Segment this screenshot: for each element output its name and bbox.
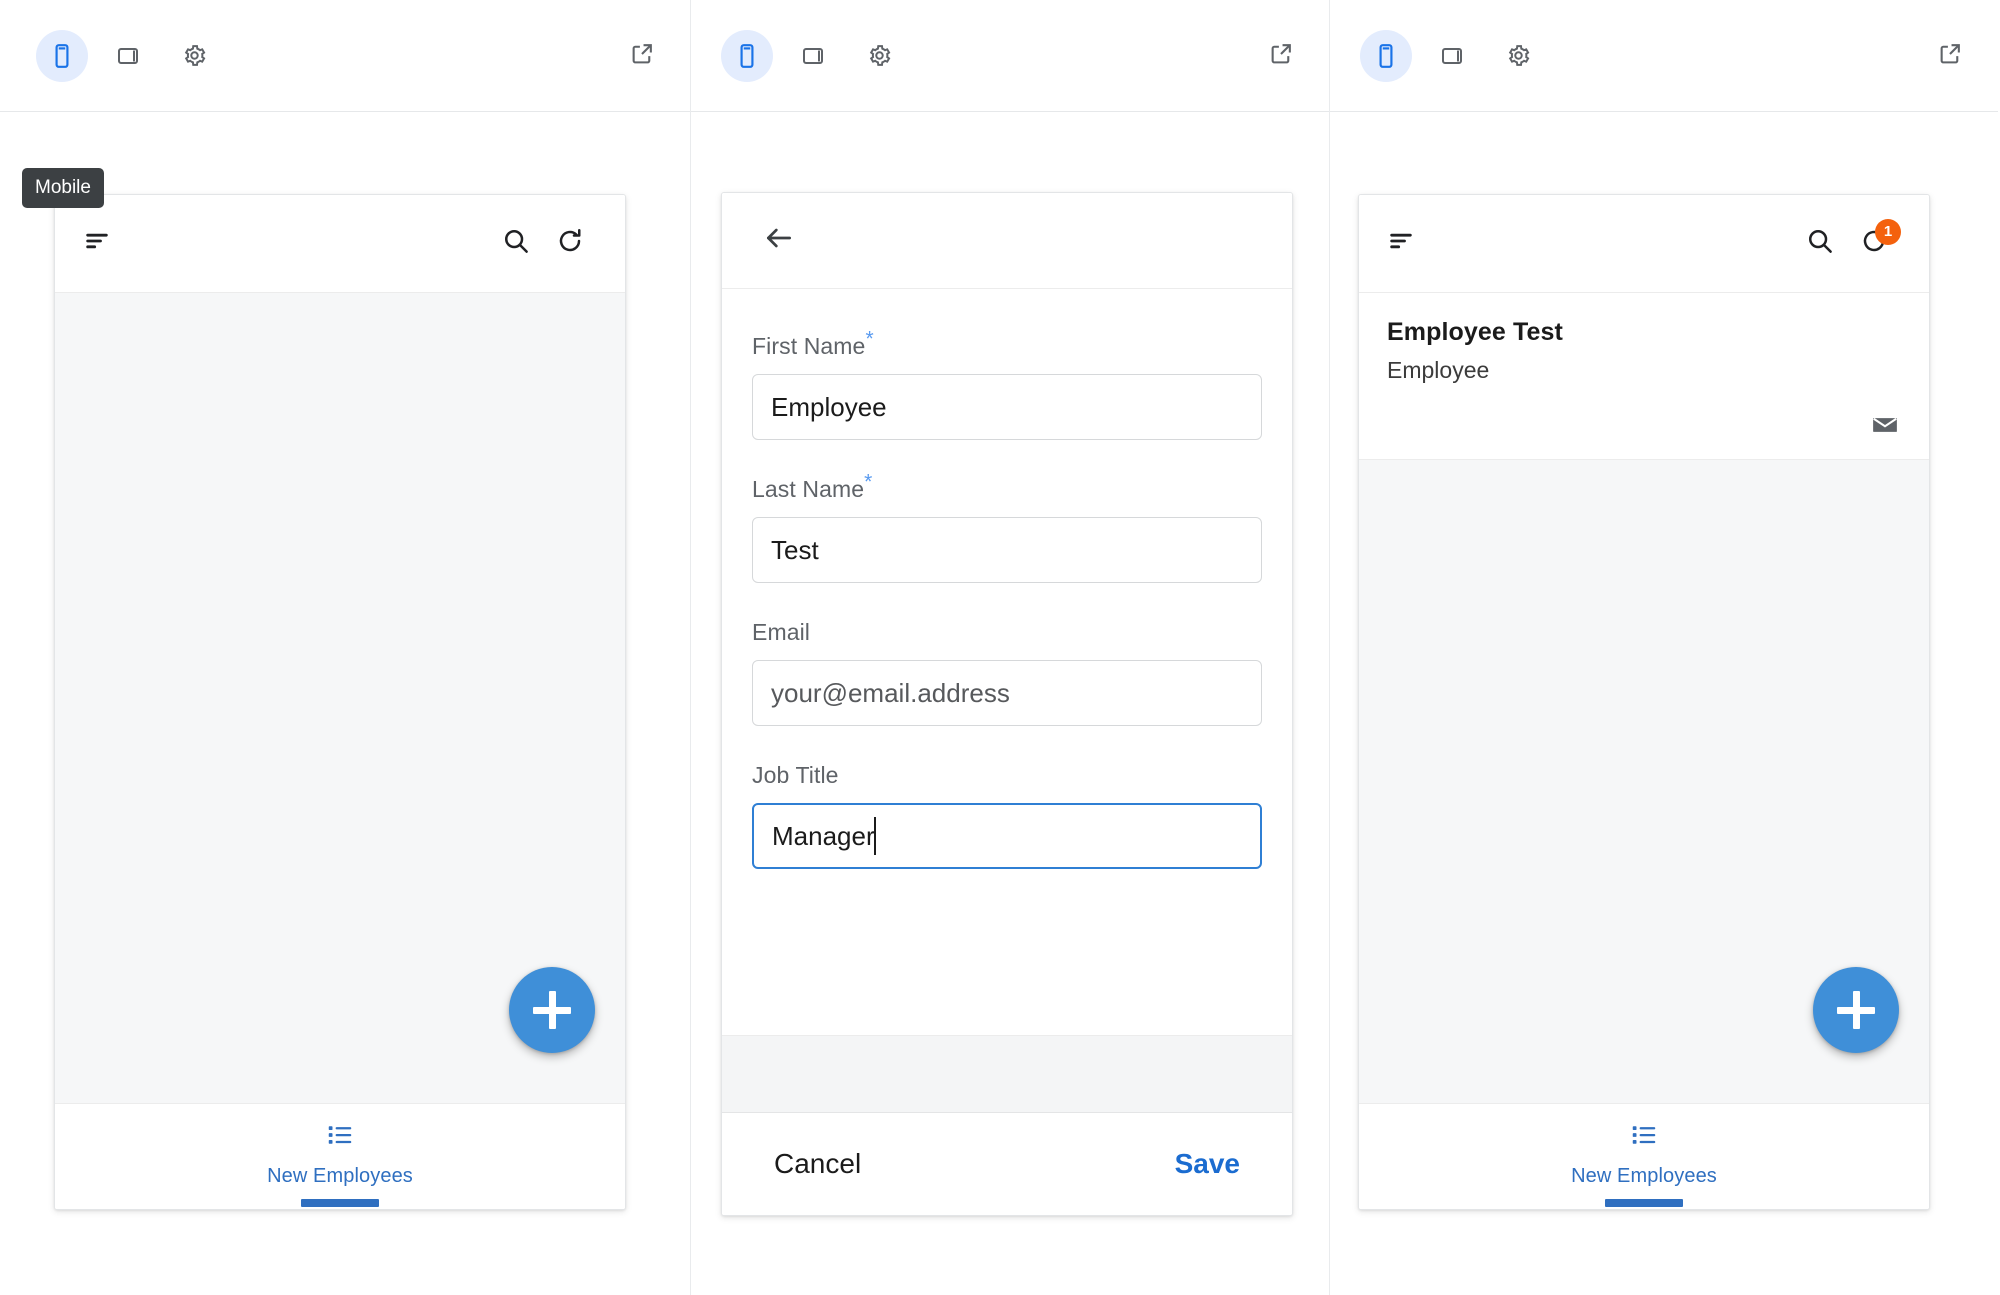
plus-icon-v-1 bbox=[548, 991, 556, 1029]
list-item-actions bbox=[1359, 401, 1929, 459]
mobile-icon bbox=[49, 43, 75, 69]
email-icon bbox=[1870, 410, 1900, 445]
preview-panel-mobile-empty: Mobile New Employees bbox=[0, 0, 690, 1295]
external-link-icon bbox=[630, 41, 655, 71]
search-button-1[interactable] bbox=[489, 217, 543, 271]
pending-changes-badge: 1 bbox=[1875, 218, 1901, 245]
add-employee-fab-3[interactable] bbox=[1813, 967, 1899, 1053]
email-action-button[interactable] bbox=[1865, 407, 1905, 447]
tablet-view-button-3[interactable] bbox=[1426, 30, 1478, 82]
phone-frame-3: 1 Employee Test Employee New Employees bbox=[1358, 194, 1930, 1210]
form-app-bar bbox=[722, 193, 1292, 289]
field-first-name: First Name* bbox=[752, 328, 1262, 440]
device-settings-button-2[interactable] bbox=[853, 30, 905, 82]
mobile-icon bbox=[734, 43, 760, 69]
sort-icon bbox=[1387, 227, 1415, 260]
refresh-icon bbox=[555, 226, 585, 261]
tablet-view-button-2[interactable] bbox=[787, 30, 839, 82]
device-settings-button[interactable] bbox=[168, 30, 220, 82]
phone-frame-1: New Employees bbox=[54, 194, 626, 1210]
refresh-button-3[interactable]: 1 bbox=[1847, 217, 1901, 271]
gear-icon bbox=[182, 43, 207, 68]
list-item-subtitle: Employee bbox=[1387, 357, 1490, 384]
save-button[interactable]: Save bbox=[1165, 1142, 1250, 1186]
first-name-label-text: First Name bbox=[752, 333, 866, 359]
preview-panel-mobile-form: First Name* Last Name* Email Job Title bbox=[690, 0, 1330, 1295]
nav-item-label-3: New Employees bbox=[1571, 1165, 1717, 1187]
first-name-label: First Name* bbox=[752, 328, 1262, 360]
cancel-button[interactable]: Cancel bbox=[764, 1142, 871, 1186]
tablet-icon bbox=[116, 44, 140, 68]
field-last-name: Last Name* bbox=[752, 471, 1262, 583]
job-title-input[interactable] bbox=[752, 803, 1262, 869]
nav-active-indicator-1 bbox=[301, 1199, 379, 1207]
device-toolbar-3 bbox=[1330, 0, 1998, 112]
bottom-nav-3: New Employees bbox=[1359, 1103, 1929, 1209]
mobile-view-button-3[interactable] bbox=[1360, 29, 1412, 82]
open-in-new-button-3[interactable] bbox=[1928, 34, 1972, 78]
job-title-input-wrap bbox=[752, 803, 1262, 869]
app-bar-3: 1 bbox=[1359, 195, 1929, 293]
list-item[interactable]: Employee Test Employee bbox=[1359, 293, 1929, 401]
content-area-1 bbox=[55, 293, 625, 1103]
tablet-view-button[interactable] bbox=[102, 30, 154, 82]
phone-frame-2: First Name* Last Name* Email Job Title bbox=[721, 192, 1293, 1216]
employee-form: First Name* Last Name* Email Job Title bbox=[722, 289, 1292, 1035]
list-icon bbox=[325, 1120, 355, 1155]
nav-active-indicator-3 bbox=[1605, 1199, 1683, 1207]
list-item-title: Employee Test bbox=[1387, 318, 1563, 346]
refresh-button-1[interactable] bbox=[543, 217, 597, 271]
nav-item-new-employees-3[interactable]: New Employees bbox=[1539, 1104, 1749, 1207]
email-label: Email bbox=[752, 619, 811, 645]
required-asterisk: * bbox=[865, 327, 874, 351]
tablet-icon bbox=[1440, 44, 1464, 68]
gear-icon bbox=[867, 43, 892, 68]
device-tooltip: Mobile bbox=[22, 168, 104, 208]
field-job-title: Job Title bbox=[752, 762, 1262, 869]
plus-icon-v-3 bbox=[1852, 991, 1860, 1029]
sort-icon bbox=[83, 227, 111, 260]
back-button[interactable] bbox=[752, 214, 806, 268]
search-button-3[interactable] bbox=[1793, 217, 1847, 271]
nav-item-new-employees-1[interactable]: New Employees bbox=[235, 1104, 445, 1207]
preview-stage: Mobile New Employees First Name* Employe… bbox=[0, 0, 2000, 1295]
required-asterisk: * bbox=[864, 470, 873, 494]
back-arrow-icon bbox=[763, 222, 795, 259]
tablet-icon bbox=[801, 44, 825, 68]
list-icon bbox=[1629, 1120, 1659, 1155]
last-name-label-text: Last Name bbox=[752, 476, 865, 502]
search-icon bbox=[1805, 226, 1835, 261]
preview-panel-mobile-list: 1 Employee Test Employee New Employees bbox=[1330, 0, 1998, 1295]
last-name-input[interactable] bbox=[752, 517, 1262, 583]
add-employee-fab-1[interactable] bbox=[509, 967, 595, 1053]
bottom-nav-1: New Employees bbox=[55, 1103, 625, 1209]
search-icon bbox=[501, 226, 531, 261]
sort-menu-button-3[interactable] bbox=[1387, 217, 1435, 271]
text-cursor bbox=[873, 817, 876, 855]
open-in-new-button-2[interactable] bbox=[1259, 34, 1303, 78]
device-toolbar-1 bbox=[0, 0, 690, 112]
device-toolbar-2 bbox=[691, 0, 1329, 112]
external-link-icon bbox=[1269, 41, 1294, 71]
field-email: Email bbox=[752, 619, 1262, 726]
mobile-view-button[interactable] bbox=[36, 29, 88, 82]
nav-item-label-1: New Employees bbox=[267, 1165, 413, 1187]
sort-menu-button-1[interactable] bbox=[83, 217, 131, 271]
employee-list: Employee Test Employee bbox=[1359, 293, 1929, 460]
job-title-label: Job Title bbox=[752, 762, 839, 788]
mobile-icon bbox=[1373, 43, 1399, 69]
last-name-label: Last Name* bbox=[752, 471, 1262, 503]
content-area-3: Employee Test Employee bbox=[1359, 293, 1929, 1103]
open-in-new-button-1[interactable] bbox=[620, 34, 664, 78]
email-input[interactable] bbox=[752, 660, 1262, 726]
first-name-input[interactable] bbox=[752, 374, 1262, 440]
form-footer: Cancel Save bbox=[722, 1113, 1292, 1215]
gear-icon bbox=[1506, 43, 1531, 68]
external-link-icon bbox=[1938, 41, 1963, 71]
device-settings-button-3[interactable] bbox=[1492, 30, 1544, 82]
form-bottom-gap bbox=[722, 1035, 1292, 1113]
mobile-view-button-2[interactable] bbox=[721, 29, 773, 82]
app-bar-1 bbox=[55, 195, 625, 293]
